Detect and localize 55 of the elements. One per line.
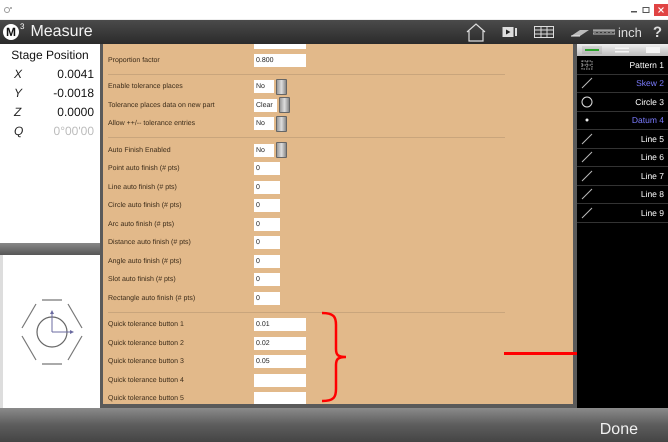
app-title: Measure: [30, 23, 93, 41]
line-icon: [581, 132, 593, 145]
feature-label: Datum 4: [632, 115, 664, 126]
feature-item[interactable]: Line 6: [577, 148, 668, 167]
line-icon: [581, 188, 593, 200]
axis-value: 0.0000: [57, 104, 94, 118]
ruler-icon[interactable]: [592, 27, 615, 37]
axis-label: Q: [14, 124, 24, 138]
feature-item[interactable]: Line 7: [577, 167, 668, 186]
table-icon[interactable]: [534, 26, 554, 38]
feature-item[interactable]: Line 8: [577, 186, 668, 204]
app-icon: [4, 6, 13, 13]
axis-value: 0°00'00: [54, 124, 94, 138]
line-icon: [581, 77, 593, 90]
feature-item[interactable]: Circle 3: [577, 93, 668, 112]
pattern-icon: [581, 58, 593, 71]
axis-value: 0.0041: [57, 66, 94, 80]
dropdown-button[interactable]: [278, 97, 290, 114]
input-field[interactable]: [254, 374, 306, 387]
dropdown-button[interactable]: [276, 142, 287, 158]
line-icon: [581, 206, 593, 219]
dropdown-button[interactable]: [276, 78, 287, 95]
dropdown-button[interactable]: [276, 116, 287, 132]
maximize-icon[interactable]: [642, 6, 650, 14]
feature-label: Line 6: [640, 152, 664, 162]
line-icon: [581, 151, 593, 164]
unit-label[interactable]: inch: [618, 24, 642, 40]
line-icon: [581, 170, 593, 182]
axis-value: -0.0018: [53, 86, 94, 100]
close-icon[interactable]: [654, 4, 668, 16]
feature-label: Pattern 1: [630, 60, 664, 70]
help-button[interactable]: ?: [652, 24, 662, 40]
feature-item[interactable]: Skew 2: [577, 74, 668, 93]
feature-item[interactable]: Line 9: [577, 204, 668, 222]
view-tab[interactable]: [582, 46, 602, 54]
feature-label: Skew 2: [636, 78, 664, 88]
axis-label: Y: [14, 86, 22, 100]
input-field[interactable]: [254, 392, 306, 404]
feature-item[interactable]: Line 5: [577, 130, 668, 148]
feature-item[interactable]: Datum 4: [577, 112, 668, 130]
feature-label: Line 9: [640, 208, 664, 218]
feature-item[interactable]: Pattern 1: [577, 56, 668, 74]
feature-label: Line 8: [640, 189, 664, 200]
circle-icon: [581, 96, 593, 108]
home-icon[interactable]: [466, 22, 486, 42]
axis-label: Z: [14, 104, 22, 118]
feature-label: Line 7: [640, 170, 664, 181]
feature-label: Circle 3: [635, 96, 664, 107]
video-camera-icon[interactable]: [502, 26, 518, 38]
logo-letter: M: [3, 24, 19, 40]
logo-superscript: 3: [20, 22, 24, 31]
axis-label: X: [14, 66, 22, 80]
panel-title: Stage Position: [10, 47, 90, 64]
done-button[interactable]: Done: [598, 419, 640, 441]
feature-label: Line 5: [640, 134, 664, 144]
